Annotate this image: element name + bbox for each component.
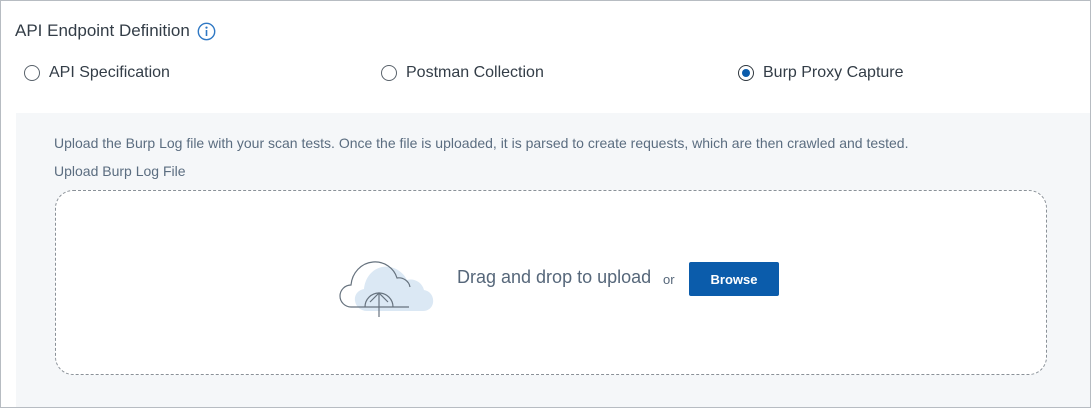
radio-button[interactable] <box>24 65 40 81</box>
radio-label: Burp Proxy Capture <box>763 64 904 81</box>
radio-button[interactable] <box>381 65 397 81</box>
drag-and-drop-text: Drag and drop to upload <box>457 267 652 287</box>
radio-label: API Specification <box>49 64 170 81</box>
radio-option-burp-proxy-capture[interactable]: Burp Proxy Capture <box>738 64 904 82</box>
browse-button[interactable]: Browse <box>689 262 779 296</box>
radio-button-selected[interactable] <box>738 65 754 81</box>
radio-option-api-specification[interactable]: API Specification <box>24 64 170 82</box>
info-circle-icon <box>197 22 216 40</box>
info-icon[interactable] <box>197 22 216 41</box>
api-endpoint-definition-panel: API Endpoint Definition API Specificatio… <box>0 0 1091 408</box>
radio-selected-dot <box>742 69 750 77</box>
or-separator: or <box>663 272 675 287</box>
radio-option-postman-collection[interactable]: Postman Collection <box>381 64 544 82</box>
upload-field-label: Upload Burp Log File <box>54 163 186 179</box>
radio-label: Postman Collection <box>406 64 544 81</box>
cloud-upload-icon <box>339 261 434 317</box>
upload-description: Upload the Burp Log file with your scan … <box>54 135 909 151</box>
upload-section: Upload the Burp Log file with your scan … <box>16 113 1090 407</box>
source-type-radio-group: API Specification Postman Collection Bur… <box>24 64 1064 86</box>
file-dropzone[interactable]: Drag and drop to upload or Browse <box>55 190 1047 375</box>
section-header: API Endpoint Definition <box>15 19 216 43</box>
section-title: API Endpoint Definition <box>15 21 190 40</box>
